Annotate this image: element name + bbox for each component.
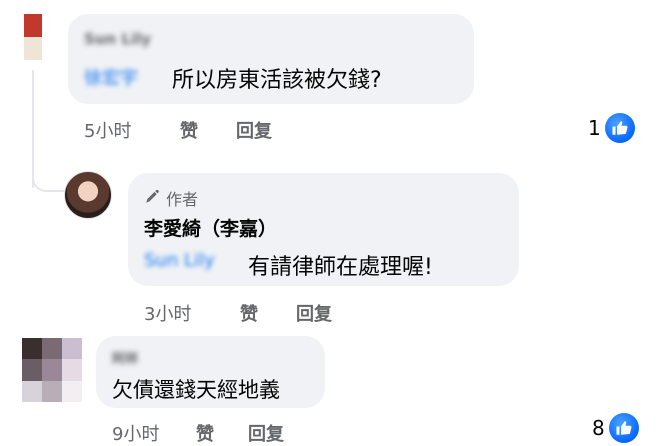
reply-button[interactable]: 回复 (296, 300, 332, 326)
like-icon (604, 113, 635, 143)
reaction-count: 8 (592, 416, 605, 440)
avatar[interactable] (22, 338, 82, 402)
like-button[interactable]: 赞 (196, 420, 214, 446)
author-badge: 作者 (144, 186, 198, 210)
comment-author-name[interactable]: Sun Lily (84, 30, 151, 48)
mention-link[interactable]: Sun Lily (144, 250, 215, 271)
comment-timestamp[interactable]: 5小时 (84, 117, 131, 143)
like-button[interactable]: 赞 (180, 117, 198, 143)
reply-button[interactable]: 回复 (236, 117, 272, 143)
like-button[interactable]: 赞 (240, 300, 258, 326)
comment-text: 所以房東活該被欠錢? (172, 68, 382, 93)
comment-text: 有請律師在處理喔! (248, 255, 433, 280)
pen-icon (144, 187, 162, 209)
comment-author-name[interactable]: 李愛綺（李嘉） (144, 214, 277, 241)
reply-button[interactable]: 回复 (248, 420, 284, 446)
avatar[interactable] (24, 14, 42, 60)
comment-timestamp[interactable]: 3小时 (144, 300, 191, 326)
avatar[interactable] (64, 171, 112, 219)
mention-link[interactable]: 徐宏宇 (84, 64, 138, 90)
reaction-summary[interactable]: 1 (588, 113, 635, 143)
comment-text: 欠債還錢天經地義 (112, 378, 280, 402)
thread-connector (32, 150, 64, 192)
comment-timestamp[interactable]: 9小时 (112, 420, 159, 446)
comment-author-name[interactable]: 阿祥 (112, 348, 138, 367)
reaction-count: 1 (588, 116, 601, 140)
like-icon (608, 413, 639, 443)
reaction-summary[interactable]: 8 (592, 413, 639, 443)
author-badge-label: 作者 (166, 190, 199, 209)
